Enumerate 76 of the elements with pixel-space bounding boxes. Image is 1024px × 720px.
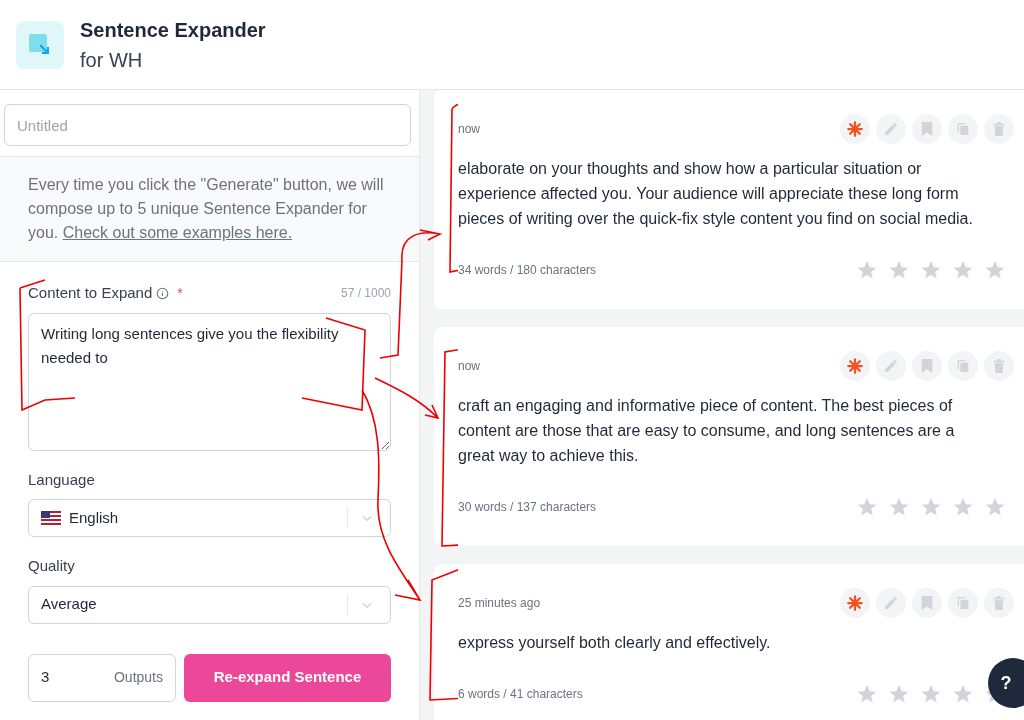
required-mark: * xyxy=(177,283,183,303)
examples-link[interactable]: Check out some examples here. xyxy=(62,224,293,241)
asterisk-button[interactable] xyxy=(840,588,870,618)
asterisk-button[interactable] xyxy=(840,351,870,381)
star-icon[interactable] xyxy=(888,496,910,518)
title-field[interactable]: Untitled xyxy=(4,104,411,146)
us-flag-icon xyxy=(41,511,61,525)
asterisk-button[interactable] xyxy=(840,114,870,144)
app-title: Sentence Expander xyxy=(80,17,266,43)
star-icon[interactable] xyxy=(856,683,878,705)
result-text: elaborate on your thoughts and show how a particular situation or experience affected you. Your audience will appreciate these long form pieces of writing over the quick-fix style content you find on social media. xyxy=(458,159,974,229)
delete-button[interactable] xyxy=(984,588,1014,618)
word-count: 6 words / 41 characters xyxy=(458,686,583,703)
delete-button[interactable] xyxy=(984,351,1014,381)
edit-button[interactable] xyxy=(876,351,906,381)
outputs-field[interactable]: 3 Outputs xyxy=(28,653,176,702)
bookmark-button[interactable] xyxy=(912,588,942,618)
copy-button[interactable] xyxy=(948,351,978,381)
star-icon[interactable] xyxy=(920,496,942,518)
copy-icon xyxy=(955,595,971,611)
pencil-icon xyxy=(883,358,899,374)
bookmark-icon xyxy=(920,595,934,611)
star-icon[interactable] xyxy=(952,259,974,281)
asterisk-icon xyxy=(846,120,864,138)
content-field[interactable]: Writing long sentences give you the flexibility needed to xyxy=(28,312,391,451)
word-count: 30 words / 137 characters xyxy=(458,499,597,516)
outputs-label: Outputs xyxy=(113,668,163,687)
word-count: 34 words / 180 characters xyxy=(458,262,597,279)
trash-icon xyxy=(992,358,1006,374)
quality-select[interactable]: Average xyxy=(28,585,391,624)
copy-icon xyxy=(955,121,971,137)
info-text: Every time you click the "Generate" button, we will compose up to 5 unique Sentence Expander for you. Check out some examples here. xyxy=(28,175,385,243)
select-value: English xyxy=(69,507,120,528)
copy-button[interactable] xyxy=(948,114,978,144)
star-icon[interactable] xyxy=(984,259,1006,281)
star-icon[interactable] xyxy=(920,683,942,705)
bookmark-icon xyxy=(920,358,934,374)
timestamp: 25 minutes ago xyxy=(458,595,541,612)
star-icon[interactable] xyxy=(856,259,878,281)
edit-button[interactable] xyxy=(876,588,906,618)
copy-icon xyxy=(955,358,971,374)
field-label: Language xyxy=(28,469,96,490)
trash-icon xyxy=(992,121,1006,137)
star-icon[interactable] xyxy=(888,259,910,281)
trash-icon xyxy=(992,595,1006,611)
timestamp: now xyxy=(458,358,480,375)
result-text: express yourself both clearly and effectively. xyxy=(458,633,772,653)
star-icon[interactable] xyxy=(952,496,974,518)
app-subtitle: for WH xyxy=(80,47,144,73)
star-icon[interactable] xyxy=(888,683,910,705)
field-label: Content to Expand xyxy=(28,283,153,303)
edit-button[interactable] xyxy=(876,114,906,144)
bookmark-button[interactable] xyxy=(912,114,942,144)
pencil-icon xyxy=(883,121,899,137)
star-rating[interactable] xyxy=(856,259,1006,281)
timestamp: now xyxy=(458,121,480,138)
bookmark-icon xyxy=(920,121,934,137)
star-icon[interactable] xyxy=(920,259,942,281)
character-counter: 57 / 1000 xyxy=(340,285,391,303)
bookmark-button[interactable] xyxy=(912,351,942,381)
pencil-icon xyxy=(883,595,899,611)
language-select[interactable]: English xyxy=(28,499,391,537)
asterisk-icon xyxy=(846,357,864,375)
copy-button[interactable] xyxy=(948,588,978,618)
select-value: Average xyxy=(41,594,98,615)
app-logo-icon xyxy=(16,20,64,69)
star-icon[interactable] xyxy=(856,496,878,518)
asterisk-icon xyxy=(846,594,864,612)
delete-button[interactable] xyxy=(984,114,1014,144)
star-icon[interactable] xyxy=(952,683,974,705)
star-rating[interactable] xyxy=(856,496,1006,518)
field-label: Quality xyxy=(28,556,76,576)
re-expand-button[interactable]: Re-expand Sentence xyxy=(184,653,391,702)
info-icon xyxy=(156,286,170,300)
result-text: craft an engaging and informative piece of content. The best pieces of content are those that are easy to consume, and long sentences are a great way to achieve this. xyxy=(458,396,956,466)
star-icon[interactable] xyxy=(984,496,1006,518)
